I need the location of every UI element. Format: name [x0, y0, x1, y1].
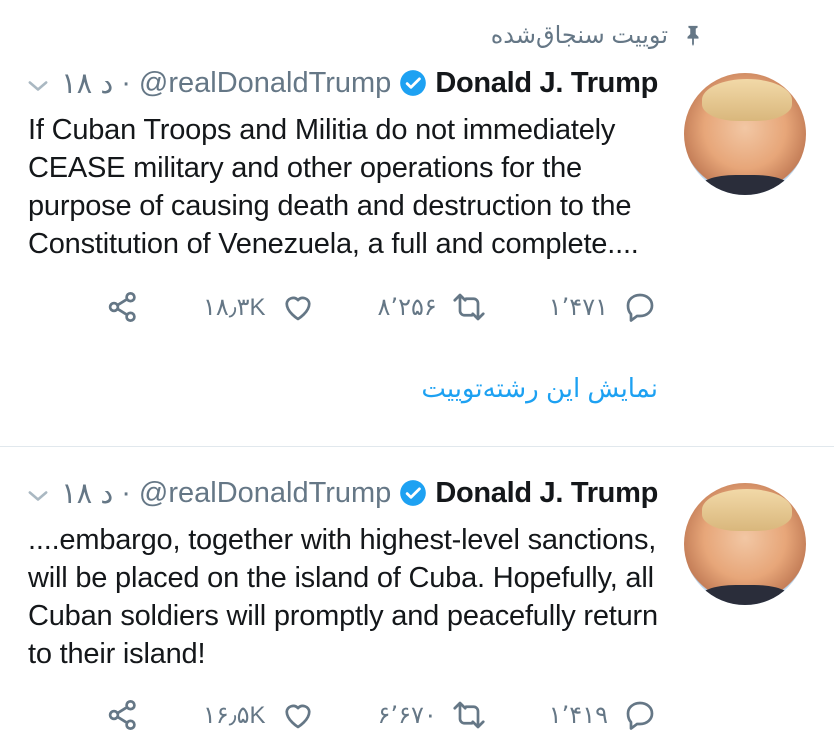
heart-icon [284, 296, 311, 321]
tweet-time[interactable]: ۱۸ د [61, 66, 113, 101]
like-button[interactable]: ۱۸٫۳K [203, 289, 315, 325]
reply-count: ۱٬۴۷۱ [548, 293, 608, 321]
tweet-text: If Cuban Troops and Militia do not immed… [28, 114, 639, 260]
share-icon [108, 292, 136, 322]
reply-icon [626, 293, 654, 322]
caret-down-icon[interactable] [24, 482, 52, 510]
pinned-label-text: توییت سنجاق‌شده [490, 21, 668, 49]
verified-icon [400, 480, 427, 506]
share-button[interactable] [105, 289, 141, 325]
tweet-actions: ۱۸٫۳K ۸٬۲۵۶ ۱٬۴۷۱ [105, 285, 658, 329]
verified-icon [400, 70, 427, 96]
pinned-tweet-label: توییت سنجاق‌شده [491, 20, 704, 50]
like-button[interactable]: ۱۶٫۵K [203, 697, 315, 733]
tweet-time[interactable]: ۱۸ د [61, 476, 113, 511]
tweet-header: ۱۸ د · @realDonaldTrump Donald J. Trump [24, 470, 658, 516]
author-handle[interactable]: @realDonaldTrump [139, 477, 391, 510]
heart-icon [284, 704, 311, 729]
retweet-button[interactable]: ۶٬۶۷۰ [378, 697, 487, 733]
author-name[interactable]: Donald J. Trump [435, 477, 658, 510]
author-name[interactable]: Donald J. Trump [435, 67, 658, 100]
share-button[interactable] [105, 697, 141, 733]
tweet-divider [0, 446, 834, 447]
separator-dot: · [121, 66, 131, 99]
reply-button[interactable]: ۱٬۴۷۱ [549, 289, 658, 325]
separator-dot: · [121, 476, 131, 509]
share-icon [108, 700, 136, 730]
like-count: ۱۸٫۳K [203, 293, 266, 321]
avatar-hair [702, 489, 792, 531]
retweet-icon [453, 701, 485, 729]
caret-down-icon[interactable] [24, 72, 52, 100]
show-thread-link[interactable]: نمایش این رشته‌توییت [421, 373, 658, 404]
reply-button[interactable]: ۱٬۴۱۹ [549, 697, 658, 733]
reply-icon [626, 701, 654, 730]
author-handle[interactable]: @realDonaldTrump [139, 67, 391, 100]
avatar-suit [698, 585, 792, 605]
avatar[interactable] [684, 483, 806, 605]
tweet-text: ....embargo, together with highest-level… [28, 524, 658, 670]
avatar-suit [698, 175, 792, 195]
retweet-icon [453, 293, 485, 321]
retweet-button[interactable]: ۸٬۲۵۶ [378, 289, 487, 325]
avatar[interactable] [684, 73, 806, 195]
avatar-hair [702, 79, 792, 121]
reply-count: ۱٬۴۱۹ [548, 701, 608, 729]
tweet-actions: ۱۶٫۵K ۶٬۶۷۰ ۱٬۴۱۹ [105, 693, 658, 737]
retweet-count: ۸٬۲۵۶ [377, 293, 437, 321]
pin-icon [687, 25, 699, 46]
like-count: ۱۶٫۵K [203, 701, 266, 729]
retweet-count: ۶٬۶۷۰ [377, 701, 437, 729]
tweet-header: ۱۸ د · @realDonaldTrump Donald J. Trump [24, 60, 658, 106]
